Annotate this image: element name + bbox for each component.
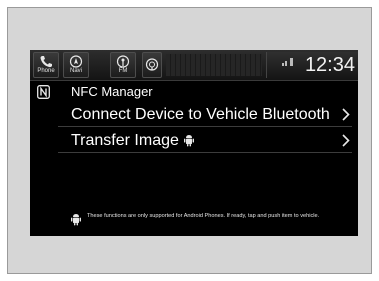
menu-item-label: Connect Device to Vehicle Bluetooth [71, 106, 330, 123]
phone-button-label: Phone [37, 68, 55, 74]
fm-button[interactable]: FM [110, 52, 136, 78]
status-bar: Phone Navi FM 12:34 [30, 50, 358, 81]
page-title: NFC Manager [71, 84, 153, 99]
page-header: NFC Manager [30, 81, 358, 103]
navi-icon [69, 55, 83, 68]
battery-icon [290, 58, 293, 66]
chevron-right-icon [342, 108, 350, 121]
navi-button[interactable]: Navi [63, 52, 89, 78]
chevron-right-icon [342, 134, 350, 147]
footer-note: These functions are only supported for A… [87, 213, 320, 219]
phone-icon [40, 56, 52, 68]
voice-button[interactable] [142, 52, 162, 78]
menu-item-label: Transfer Image [71, 132, 179, 149]
nfc-icon [37, 85, 50, 99]
android-icon [71, 214, 81, 226]
menu-item-connect-bluetooth[interactable]: Connect Device to Vehicle Bluetooth [58, 103, 352, 127]
android-icon [183, 135, 194, 147]
fm-button-label: FM [118, 68, 128, 74]
head-unit-screen: Phone Navi FM 12:34 NFC Manager Connect … [30, 50, 358, 236]
phone-button[interactable]: Phone [33, 52, 59, 78]
siri-eyes-icon [145, 58, 159, 71]
status-bar-spacer [166, 54, 262, 76]
signal-icon [282, 58, 293, 66]
radio-icon [116, 55, 130, 68]
clock-area: 12:34 [266, 52, 358, 78]
menu-item-transfer-image[interactable]: Transfer Image [58, 129, 352, 153]
clock: 12:34 [304, 54, 355, 76]
navi-button-label: Navi [69, 68, 82, 74]
